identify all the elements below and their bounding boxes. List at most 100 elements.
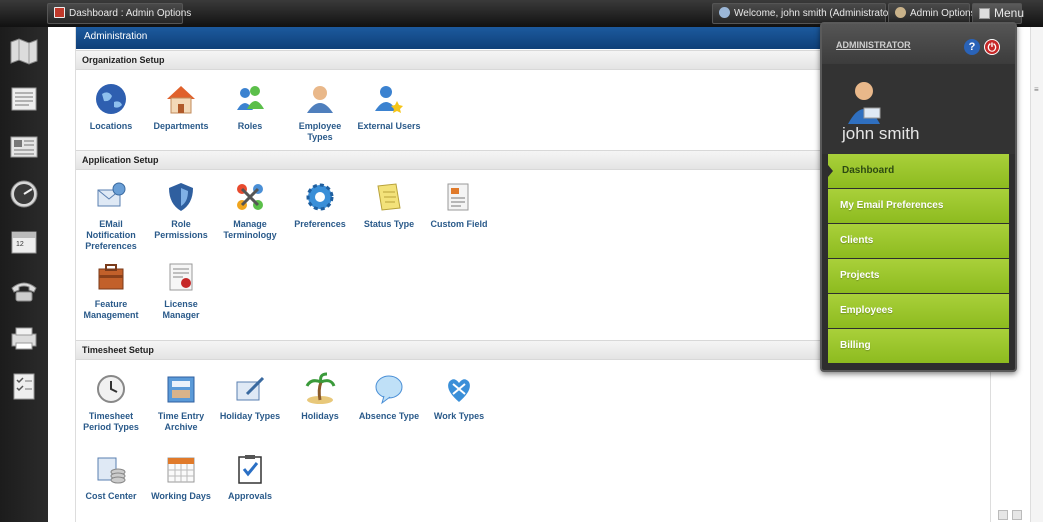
tile-label: Preferences: [294, 219, 346, 229]
svg-text:12: 12: [16, 241, 24, 248]
tile-label: Cost Center: [85, 491, 137, 501]
tile-label: External Users: [357, 121, 421, 131]
tile-label: Feature Management: [83, 299, 139, 320]
scrollbar-grip-icon: ≡: [1034, 85, 1039, 94]
resize-handle[interactable]: [990, 510, 1030, 520]
archive-icon: [167, 376, 195, 403]
tile-employee-types[interactable]: Employee Types: [285, 82, 355, 143]
vertical-scrollbar[interactable]: ≡: [1030, 27, 1043, 522]
tile-label: Time Entry Archive: [157, 411, 205, 432]
tile-label: Absence Type: [358, 411, 420, 421]
tile-custom-field[interactable]: Custom Field: [424, 180, 494, 230]
menu-panel-header: ADMINISTRATOR ? ⏻: [822, 24, 1015, 64]
tile-feature-management[interactable]: Feature Management: [76, 260, 146, 321]
tile-label: Status Type: [363, 219, 415, 229]
welcome-label: Welcome, john smith (Administrator): [734, 8, 895, 19]
menu-button[interactable]: Menu: [972, 3, 1025, 24]
menu-item-dashboard[interactable]: Dashboard: [828, 154, 1009, 188]
tile-email-notification-preferences[interactable]: EMail Notification Preferences: [76, 180, 146, 252]
admin-icon: [895, 7, 906, 18]
breadcrumb-button[interactable]: Dashboard : Admin Options: [47, 3, 191, 24]
power-icon[interactable]: ⏻: [984, 39, 1000, 55]
tile-status-type[interactable]: Status Type: [354, 180, 424, 230]
tile-working-days[interactable]: Working Days: [146, 452, 216, 502]
menu-item-projects[interactable]: Projects: [828, 259, 1009, 293]
tile-label: License Manager: [162, 299, 200, 320]
tile-preferences[interactable]: Preferences: [285, 180, 355, 230]
help-icon[interactable]: ?: [964, 39, 980, 55]
shield-icon: [169, 183, 193, 211]
heart-tools-icon: [448, 379, 470, 402]
tile-departments[interactable]: Departments: [146, 82, 216, 132]
tile-label: Work Types: [433, 411, 485, 421]
menu-item-employees[interactable]: Employees: [828, 294, 1009, 328]
gear-icon: [306, 183, 334, 211]
timesheet-tiles: Timesheet Period Types Time Entry Archiv…: [76, 360, 990, 522]
tile-holidays[interactable]: Holidays: [285, 372, 355, 422]
cost-center-icon: [97, 457, 126, 484]
document-icon[interactable]: [8, 83, 40, 115]
globe-icon: [96, 84, 126, 114]
username: john smith: [842, 124, 920, 143]
map-icon[interactable]: [8, 35, 40, 67]
tile-label: Working Days: [151, 491, 211, 501]
house-icon: [167, 86, 195, 114]
notepad-icon: [377, 183, 401, 211]
external-user-icon: [375, 86, 403, 113]
tile-manage-terminology[interactable]: Manage Terminology: [215, 180, 285, 241]
clipboard-check-icon: [238, 455, 262, 484]
tile-label: Role Permissions: [154, 219, 208, 240]
phone-icon[interactable]: [8, 274, 40, 306]
briefcase-icon: [98, 264, 124, 290]
tile-label: Departments: [153, 121, 209, 131]
tile-absence-type[interactable]: Absence Type: [354, 372, 424, 422]
tile-label: Roles: [237, 121, 263, 131]
welcome-button[interactable]: Welcome, john smith (Administrator): [712, 3, 895, 24]
speech-bubble-icon: [375, 375, 403, 405]
role-link[interactable]: ADMINISTRATOR: [836, 40, 911, 50]
tile-roles[interactable]: Roles: [215, 82, 285, 132]
dashboard-icon: [54, 7, 65, 18]
checklist-icon[interactable]: [8, 370, 40, 402]
tile-label: Locations: [89, 121, 133, 131]
breadcrumb-label: Dashboard : Admin Options: [69, 8, 192, 19]
tile-label: Holiday Types: [219, 411, 281, 421]
tile-license-manager[interactable]: License Manager: [146, 260, 216, 321]
tile-locations[interactable]: Locations: [76, 82, 146, 132]
tile-work-types[interactable]: Work Types: [424, 372, 494, 422]
users-icon: [237, 86, 264, 110]
menu-item-billing[interactable]: Billing: [828, 329, 1009, 363]
tile-label: Manage Terminology: [223, 219, 277, 240]
menu-item-email-preferences[interactable]: My Email Preferences: [828, 189, 1009, 223]
menu-item-clients[interactable]: Clients: [828, 224, 1009, 258]
newspaper-icon[interactable]: [8, 131, 40, 163]
admin-options-label: Admin Options: [910, 8, 976, 19]
form-icon: [447, 183, 469, 211]
tile-label: Approvals: [227, 491, 272, 501]
gauge-icon[interactable]: [8, 178, 40, 210]
tile-role-permissions[interactable]: Role Permissions: [146, 180, 216, 241]
tile-time-entry-archive[interactable]: Time Entry Archive: [146, 372, 216, 433]
user-icon: [719, 7, 730, 18]
menu-label: Menu: [994, 6, 1025, 20]
left-icon-rail: 12: [0, 27, 48, 522]
tile-label: Timesheet Period Types: [83, 411, 139, 432]
clock-icon: [97, 375, 125, 403]
avatar: [848, 82, 881, 124]
user-menu-panel: ADMINISTRATOR ? ⏻ john smith Dashboard M…: [820, 22, 1017, 372]
tile-label: Custom Field: [430, 219, 488, 229]
tile-cost-center[interactable]: Cost Center: [76, 452, 146, 502]
user-profile: john smith: [822, 64, 1015, 154]
printer-icon[interactable]: [8, 322, 40, 354]
tile-label: EMail Notification Preferences: [85, 219, 137, 251]
calendar-icon[interactable]: 12: [8, 226, 40, 258]
tile-approvals[interactable]: Approvals: [215, 452, 285, 502]
tile-external-users[interactable]: External Users: [354, 82, 424, 132]
admin-options-button[interactable]: Admin Options: [888, 3, 976, 24]
joomla-icon: [237, 184, 263, 210]
tile-timesheet-period-types[interactable]: Timesheet Period Types: [76, 372, 146, 433]
employee-icon: [307, 86, 333, 113]
email-gear-icon: [97, 182, 126, 207]
calendar-grid-icon: [167, 457, 195, 483]
tile-holiday-types[interactable]: Holiday Types: [215, 372, 285, 422]
